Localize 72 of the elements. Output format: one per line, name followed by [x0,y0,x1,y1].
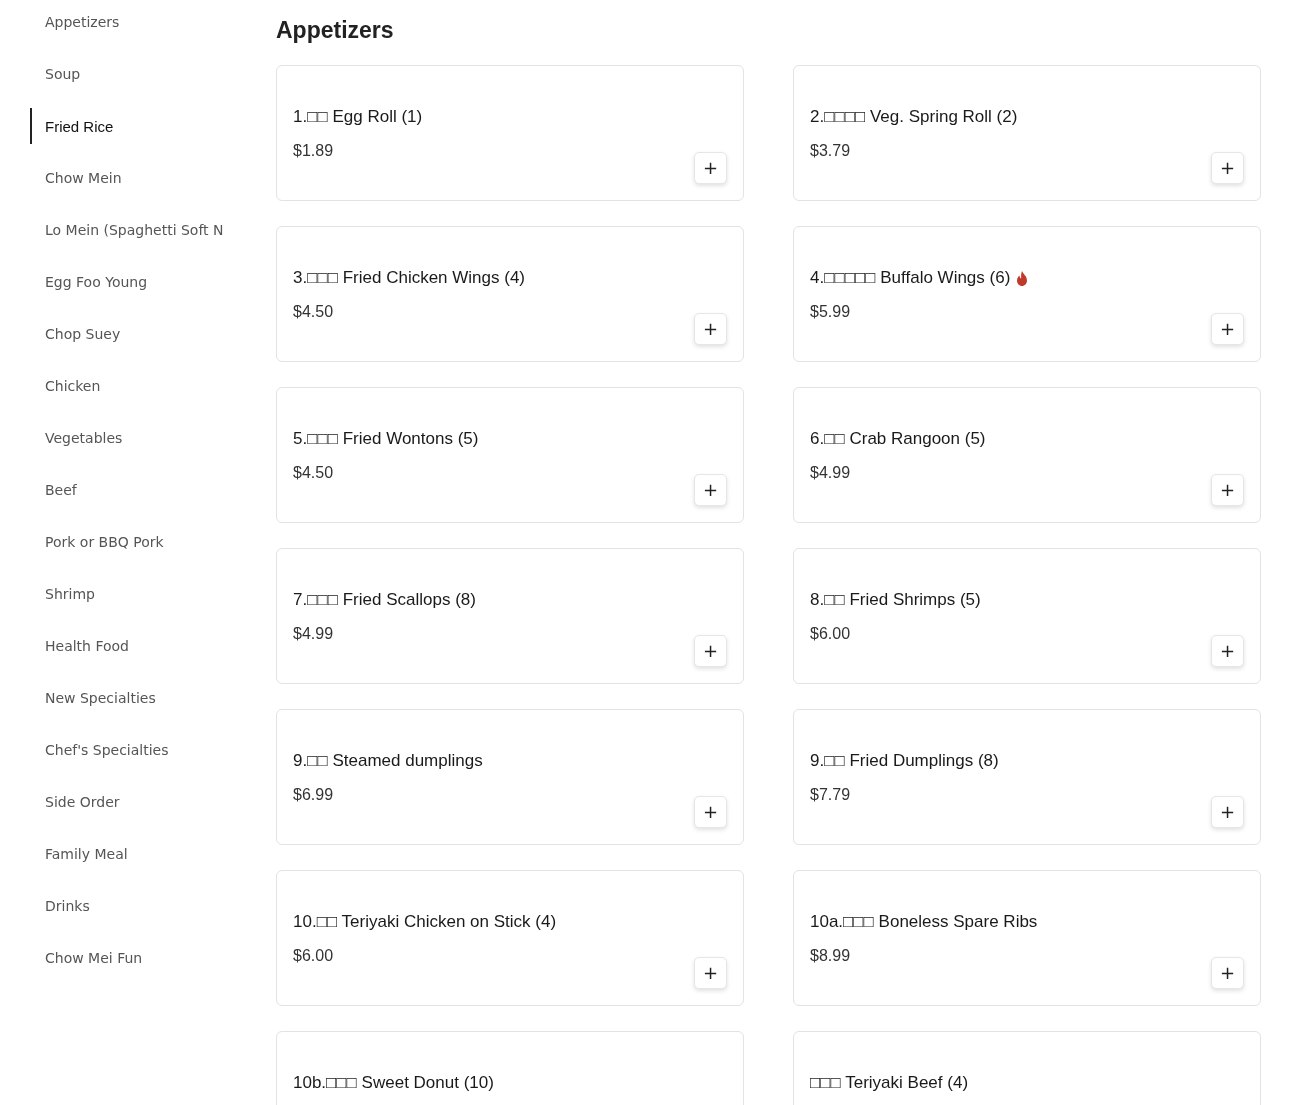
category-item[interactable]: Health Food [30,628,227,664]
add-button[interactable]: + [694,796,727,828]
item-name: 8.□□ Fried Shrimps (5) [810,589,981,611]
add-button[interactable]: + [694,957,727,989]
add-button[interactable]: + [1211,474,1244,506]
item-name: 4.□□□□□ Buffalo Wings (6) [810,267,1011,289]
item-price: $6.00 [810,624,852,644]
item-price: $4.99 [810,463,852,483]
category-item[interactable]: Appetizers [30,4,227,40]
menu-item-card[interactable]: 7.□□□ Fried Scallops (8) $4.99 + [276,548,744,684]
category-item[interactable]: New Specialties [30,680,227,716]
menu-item-card[interactable]: 2.□□□□ Veg. Spring Roll (2) $3.79 + [793,65,1261,201]
add-button[interactable]: + [1211,635,1244,667]
item-name: 10.□□ Teriyaki Chicken on Stick (4) [293,911,557,933]
menu-item-card[interactable]: 6.□□ Crab Rangoon (5) $4.99 + [793,387,1261,523]
category-item[interactable]: Beef [30,472,227,508]
item-name: 1.□□ Egg Roll (1) [293,106,423,128]
item-name: □□□ Teriyaki Beef (4) [810,1072,969,1094]
category-item[interactable]: Fried Rice [30,108,227,144]
category-item[interactable]: Chef's Specialties [30,732,227,768]
category-item[interactable]: Chop Suey [30,316,227,352]
add-button[interactable]: + [1211,313,1244,345]
add-button[interactable]: + [694,635,727,667]
add-button[interactable]: + [1211,152,1244,184]
item-name: 3.□□□ Fried Chicken Wings (4) [293,267,526,289]
item-name: 10b.□□□ Sweet Donut (10) [293,1072,494,1094]
item-name: 6.□□ Crab Rangoon (5) [810,428,986,450]
item-name: 5.□□□ Fried Wontons (5) [293,428,479,450]
add-button[interactable]: + [1211,957,1244,989]
add-button[interactable]: + [1211,796,1244,828]
item-price: $4.50 [293,463,335,483]
menu-item-card[interactable]: 9.□□ Fried Dumplings (8) $7.79 + [793,709,1261,845]
menu-item-card[interactable]: 3.□□□ Fried Chicken Wings (4) $4.50 + [276,226,744,362]
item-price: $5.99 [810,302,852,322]
category-item[interactable]: Drinks [30,888,227,924]
category-item[interactable]: Family Meal [30,836,227,872]
category-item[interactable]: Egg Foo Young [30,264,227,300]
item-name: 10a.□□□ Boneless Spare Ribs [810,911,1038,933]
add-button[interactable]: + [694,152,727,184]
item-price: $8.99 [810,946,852,966]
item-price: $4.50 [293,302,335,322]
item-name: 2.□□□□ Veg. Spring Roll (2) [810,106,1018,128]
category-item[interactable]: Side Order [30,784,227,820]
category-item[interactable]: Lo Mein (Spaghetti Soft N [30,212,227,248]
item-name: 7.□□□ Fried Scallops (8) [293,589,476,611]
menu-item-card[interactable]: 4.□□□□□ Buffalo Wings (6) $5.99 + [793,226,1261,362]
item-price: $3.79 [810,141,852,161]
category-item[interactable]: Chow Mein [30,160,227,196]
menu-item-card[interactable]: 10b.□□□ Sweet Donut (10) [276,1031,744,1105]
item-name: 9.□□ Fried Dumplings (8) [810,750,999,772]
section-title: Appetizers [276,16,395,45]
category-item[interactable]: Vegetables [30,420,227,456]
menu-item-card[interactable]: 1.□□ Egg Roll (1) $1.89 + [276,65,744,201]
item-price: $7.79 [810,785,852,805]
menu-item-card[interactable]: 5.□□□ Fried Wontons (5) $4.50 + [276,387,744,523]
add-button[interactable]: + [694,313,727,345]
menu-item-card[interactable]: □□□ Teriyaki Beef (4) [793,1031,1261,1105]
category-item[interactable]: Pork or BBQ Pork [30,524,227,560]
category-item[interactable]: Shrimp [30,576,227,612]
item-price: $1.89 [293,141,335,161]
menu-item-card[interactable]: 8.□□ Fried Shrimps (5) $6.00 + [793,548,1261,684]
category-item[interactable]: Chow Mei Fun [30,940,227,976]
menu-item-card[interactable]: 9.□□ Steamed dumplings $6.99 + [276,709,744,845]
item-name: 9.□□ Steamed dumplings [293,750,483,772]
category-item[interactable]: Chicken [30,368,227,404]
item-price: $4.99 [293,624,335,644]
item-price: $6.99 [293,785,335,805]
add-button[interactable]: + [694,474,727,506]
menu-item-card[interactable]: 10a.□□□ Boneless Spare Ribs $8.99 + [793,870,1261,1006]
menu-item-card[interactable]: 10.□□ Teriyaki Chicken on Stick (4) $6.00 + [276,870,744,1006]
item-price: $6.00 [293,946,335,966]
category-item[interactable]: Soup [30,56,227,92]
